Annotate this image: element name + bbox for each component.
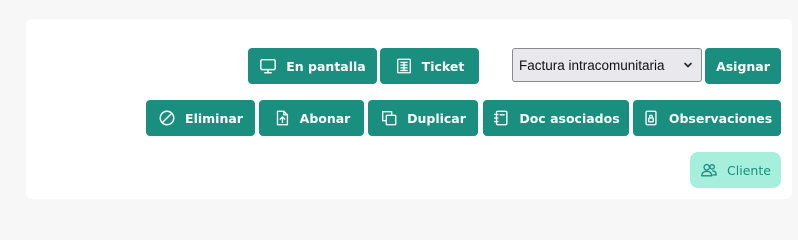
- ticket-label: Ticket: [421, 58, 465, 74]
- credit-note-label: Abonar: [299, 110, 351, 126]
- copy-icon: [382, 111, 397, 126]
- credit-note-button[interactable]: Abonar: [259, 100, 364, 136]
- ban-icon: [159, 110, 175, 126]
- client-button[interactable]: Cliente: [690, 152, 781, 188]
- receipt-icon: [396, 58, 411, 74]
- assign-label: Asignar: [716, 58, 770, 74]
- assign-button[interactable]: Asignar: [705, 48, 781, 84]
- monitor-icon: [260, 58, 277, 74]
- notebook-icon: [494, 110, 508, 126]
- observations-button[interactable]: Observaciones: [633, 100, 781, 136]
- client-label: Cliente: [727, 162, 771, 178]
- duplicate-label: Duplicar: [407, 110, 466, 126]
- invoice-type-value: Factura intracomunitaria: [519, 57, 665, 73]
- show-on-screen-button[interactable]: En pantalla: [248, 48, 377, 84]
- invoice-type-select[interactable]: Factura intracomunitaria: [512, 48, 702, 82]
- chevron-down-icon: [684, 62, 692, 68]
- show-on-screen-label: En pantalla: [286, 58, 366, 74]
- file-upload-icon: [276, 110, 288, 126]
- users-icon: [701, 163, 717, 177]
- ticket-button[interactable]: Ticket: [380, 48, 479, 84]
- delete-button[interactable]: Eliminar: [146, 100, 255, 136]
- associated-docs-button[interactable]: Doc asociados: [483, 100, 629, 136]
- duplicate-button[interactable]: Duplicar: [368, 100, 478, 136]
- observations-label: Observaciones: [668, 110, 773, 126]
- lock-icon: [645, 110, 657, 126]
- delete-label: Eliminar: [185, 110, 243, 126]
- associated-docs-label: Doc asociados: [519, 110, 620, 126]
